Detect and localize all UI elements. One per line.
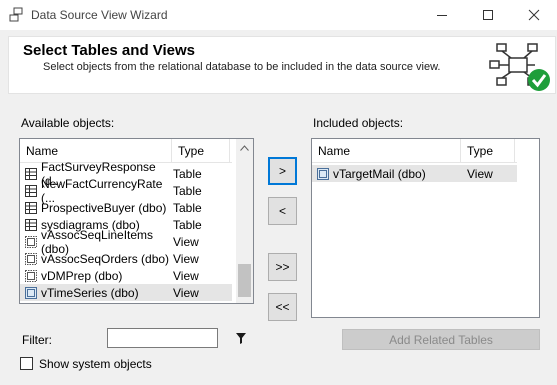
item-type: View	[173, 268, 199, 283]
filter-label: Filter:	[22, 333, 52, 347]
item-type: Table	[173, 183, 202, 198]
view-icon	[317, 167, 329, 180]
view-icon	[25, 286, 37, 299]
maximize-icon	[483, 10, 493, 20]
remove-all-button[interactable]: <<	[268, 293, 297, 321]
filter-input[interactable]	[107, 328, 218, 348]
scrollbar-thumb[interactable]	[238, 264, 251, 297]
view-icon	[25, 269, 37, 282]
filter-icon[interactable]	[236, 333, 246, 344]
close-button[interactable]	[511, 0, 557, 30]
included-objects-list[interactable]: Name Type vTargetMail (dbo) View	[311, 138, 540, 318]
maximize-button[interactable]	[465, 0, 511, 30]
list-item[interactable]: NewFactCurrencyRate (... Table	[20, 177, 232, 205]
item-name: vAssocSeqOrders (dbo)	[41, 251, 170, 266]
item-name: vTargetMail (dbo)	[333, 166, 426, 181]
show-system-objects-checkbox[interactable]	[20, 357, 33, 370]
data-source-view-icon	[489, 43, 550, 91]
scroll-up-icon[interactable]	[240, 145, 249, 151]
item-type: View	[467, 166, 493, 181]
included-objects-label: Included objects:	[313, 116, 404, 130]
add-related-tables-button[interactable]: Add Related Tables	[342, 329, 540, 350]
title-bar: Data Source View Wizard	[0, 0, 557, 30]
list-item-selected[interactable]: vTimeSeries (dbo) View	[20, 284, 232, 301]
available-list-scrollbar[interactable]	[236, 139, 253, 303]
window-title: Data Source View Wizard	[31, 8, 168, 22]
available-objects-list[interactable]: Name Type FactSurveyResponse (d... Table…	[19, 138, 254, 304]
item-type: View	[173, 285, 199, 300]
show-system-objects-label[interactable]: Show system objects	[39, 357, 152, 371]
item-name: ProspectiveBuyer (dbo)	[41, 200, 167, 215]
available-objects-label: Available objects:	[21, 116, 115, 130]
column-header-type[interactable]: Type	[461, 139, 515, 163]
item-name: vTimeSeries (dbo)	[41, 285, 139, 300]
list-item-selected[interactable]: vTargetMail (dbo) View	[312, 165, 517, 182]
view-icon	[25, 252, 37, 265]
wizard-header: Select Tables and Views Select objects f…	[8, 36, 556, 94]
close-icon	[528, 9, 540, 21]
add-all-button[interactable]: >>	[268, 253, 297, 281]
column-header-name[interactable]: Name	[312, 139, 461, 163]
item-name: vDMPrep (dbo)	[41, 268, 123, 283]
item-type: Table	[173, 217, 202, 232]
list-item[interactable]: vDMPrep (dbo) View	[20, 267, 232, 284]
page-subtitle: Select objects from the relational datab…	[43, 61, 441, 73]
minimize-button[interactable]	[419, 0, 465, 30]
list-item[interactable]: vAssocSeqOrders (dbo) View	[20, 250, 232, 267]
page-title: Select Tables and Views	[23, 42, 196, 59]
item-type: Table	[173, 166, 202, 181]
app-icon	[9, 7, 23, 22]
view-icon	[25, 235, 37, 248]
table-icon	[25, 184, 37, 197]
item-type: Table	[173, 200, 202, 215]
list-item[interactable]: vAssocSeqLineItems (dbo) View	[20, 228, 232, 256]
table-icon	[25, 201, 37, 214]
remove-selected-button[interactable]: <	[268, 197, 297, 225]
list-item[interactable]: ProspectiveBuyer (dbo) Table	[20, 199, 232, 216]
item-type: View	[173, 251, 199, 266]
column-header-type[interactable]: Type	[172, 139, 230, 163]
included-list-header: Name Type	[312, 139, 517, 163]
item-type: View	[173, 234, 199, 249]
minimize-icon	[437, 15, 447, 16]
add-selected-button[interactable]: >	[268, 157, 297, 185]
